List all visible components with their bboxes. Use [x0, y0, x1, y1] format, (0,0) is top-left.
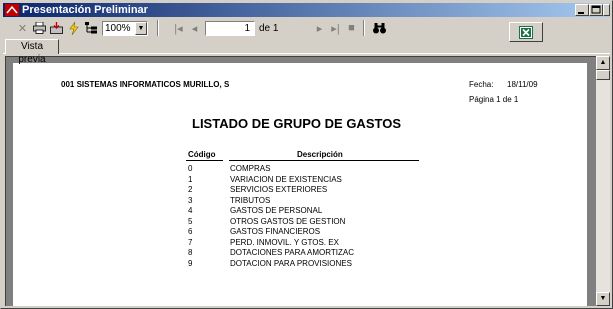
next-page-icon: ▸ — [316, 22, 323, 35]
scroll-up-button[interactable]: ▲ — [596, 56, 610, 70]
row-code: 0 — [188, 164, 193, 173]
row-code: 9 — [188, 258, 193, 268]
row-description: PERD. INMOVIL. Y GTOS. EX — [230, 237, 339, 247]
row-code: 3 — [188, 195, 193, 205]
page-count-label: de 1 — [259, 23, 279, 34]
date-label: Fecha: — [469, 80, 494, 89]
stop-icon: ■ — [348, 22, 355, 34]
toolbar-separator — [363, 20, 365, 36]
vertical-scrollbar[interactable]: ▲ ▼ — [596, 56, 610, 306]
company-name: 001 SISTEMAS INFORMATICOS MURILLO, S — [61, 80, 230, 89]
first-page-button[interactable]: |◂ — [171, 20, 186, 36]
window-title: Presentación Preliminar — [22, 4, 148, 16]
toolbar-separator — [157, 20, 159, 36]
close-preview-button[interactable]: ✕ — [15, 20, 30, 36]
search-text-button[interactable] — [372, 20, 387, 36]
export-excel-button[interactable] — [509, 22, 543, 42]
last-page-button[interactable]: ▸| — [328, 20, 343, 36]
title-bar: Presentación Preliminar — [3, 3, 610, 17]
minimize-button[interactable] — [575, 4, 589, 16]
column-header-code: Código — [188, 150, 216, 159]
print-button[interactable] — [32, 20, 47, 36]
chevron-down-icon[interactable]: ▼ — [135, 22, 147, 35]
row-code: 5 — [188, 216, 193, 226]
row-description: GASTOS FINANCIEROS — [230, 227, 321, 236]
printer-icon — [33, 22, 46, 34]
previous-page-button[interactable]: ◂ — [187, 20, 202, 36]
close-icon: ✕ — [17, 22, 28, 35]
first-page-icon: |◂ — [174, 22, 183, 35]
next-page-button[interactable]: ▸ — [312, 20, 327, 36]
report-page: 001 SISTEMAS INFORMATICOS MURILLO, S Fec… — [13, 63, 587, 306]
tree-icon — [84, 22, 97, 34]
row-code: 4 — [188, 206, 193, 215]
scroll-thumb[interactable] — [596, 70, 610, 80]
refresh-button[interactable] — [66, 20, 81, 36]
row-description: SERVICIOS EXTERIORES — [230, 185, 328, 194]
row-description: DOTACIONES PARA AMORTIZAC — [230, 248, 355, 257]
page-number-input[interactable]: 1 — [205, 21, 255, 36]
page-indicator: Página 1 de 1 — [469, 95, 519, 104]
export-button[interactable] — [49, 20, 64, 36]
column-header-description: Descripción — [297, 150, 343, 159]
row-description: GASTOS DE PERSONAL — [230, 206, 323, 215]
header-underline — [229, 160, 419, 161]
row-description: OTROS GASTOS DE GESTION — [230, 216, 346, 226]
row-description: COMPRAS — [230, 164, 271, 173]
zoom-select[interactable]: 100% ▼ — [102, 21, 148, 36]
last-page-icon: ▸| — [331, 22, 340, 35]
report-preview-area: 001 SISTEMAS INFORMATICOS MURILLO, S Fec… — [5, 56, 596, 306]
lightning-icon — [68, 21, 79, 35]
stop-button[interactable]: ■ — [344, 20, 359, 36]
row-code: 8 — [188, 248, 193, 257]
row-code: 7 — [188, 237, 193, 247]
preview-window: Presentación Preliminar ✕ 100% ▼ |◂ ◂ 1 … — [0, 0, 613, 309]
binoculars-icon — [373, 22, 386, 33]
row-code: 1 — [188, 174, 193, 184]
report-title: LISTADO DE GRUPO DE GASTOS — [192, 116, 401, 131]
maximize-button[interactable] — [589, 4, 603, 16]
row-description: DOTACION PARA PROVISIONES — [230, 258, 352, 268]
close-window-button[interactable] — [603, 4, 610, 16]
row-code: 6 — [188, 227, 193, 236]
date-value: 18/11/09 — [507, 80, 538, 89]
previous-page-icon: ◂ — [191, 22, 198, 35]
scroll-down-button[interactable]: ▼ — [596, 292, 610, 306]
tab-vista-previa[interactable]: Vista previa — [5, 39, 59, 65]
export-icon — [50, 22, 63, 34]
zoom-value: 100% — [105, 23, 131, 34]
row-description: TRIBUTOS — [230, 195, 271, 205]
row-code: 2 — [188, 185, 193, 194]
row-description: VARIACION DE EXISTENCIAS — [230, 174, 342, 184]
excel-icon — [519, 25, 533, 39]
header-underline — [186, 160, 223, 161]
group-tree-button[interactable] — [83, 20, 98, 36]
